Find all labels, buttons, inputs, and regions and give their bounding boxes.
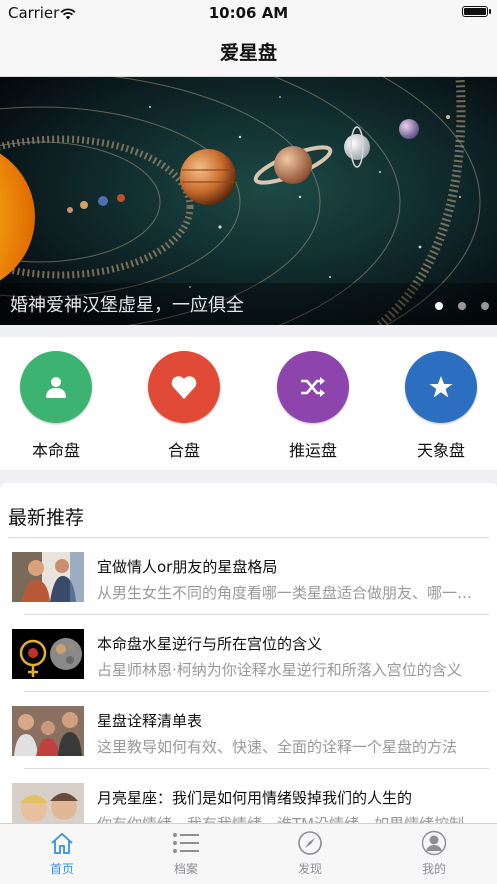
profile-icon xyxy=(372,830,496,856)
clock: 10:06 AM xyxy=(208,4,289,22)
category-label: 本命盘 xyxy=(31,441,80,460)
article-thumbnail xyxy=(12,706,84,756)
heart-icon xyxy=(148,351,220,423)
list-item[interactable]: 本命盘水星逆行与所在宫位的含义 占星师林恩·柯纳为你诠释水星逆行和所落入宫位的含… xyxy=(0,615,497,692)
recommend-section: 最新推荐 宜做情人or朋友的星盘格局 从男生女生不同的角度看哪一类星盘适合做朋友… xyxy=(0,483,497,823)
tab-bar: 首页 档案 发现 我的 xyxy=(0,823,497,884)
page-indicator[interactable] xyxy=(435,302,489,310)
article-subtitle: 这里教导如何有效、快速、全面的诠释一个星盘的方法 xyxy=(97,738,458,756)
article-subtitle: 你有你情绪，我有我情绪，谁TM没情绪，如果情绪控制不好 xyxy=(97,813,485,823)
person-icon xyxy=(20,351,92,423)
category-progression[interactable]: 推运盘 xyxy=(263,351,363,461)
tab-label: 我的 xyxy=(421,862,446,876)
article-title: 本命盘水星逆行与所在宫位的含义 xyxy=(97,635,323,653)
article-title: 月亮星座：我们是如何用情绪毁掉我们的人生的 xyxy=(97,789,413,807)
battery-icon xyxy=(462,6,491,17)
list-icon xyxy=(124,830,248,856)
navigation-bar: 爱星盘 xyxy=(0,26,497,77)
shuffle-icon xyxy=(277,351,349,423)
tab-archive[interactable]: 档案 xyxy=(124,830,248,877)
status-bar: Carrier 10:06 AM xyxy=(0,0,497,26)
section-title: 最新推荐 xyxy=(8,507,85,529)
compass-icon xyxy=(248,830,372,856)
page-dot[interactable] xyxy=(458,302,466,310)
article-thumbnail xyxy=(12,629,84,679)
article-subtitle: 从男生女生不同的角度看哪一类星盘适合做朋友、哪一类适合做情人 xyxy=(97,584,485,602)
tab-home[interactable]: 首页 xyxy=(0,830,124,877)
tab-label: 发现 xyxy=(297,862,322,876)
category-sky-chart[interactable]: 天象盘 xyxy=(391,351,491,461)
category-synastry[interactable]: 合盘 xyxy=(134,351,234,461)
page-dot[interactable] xyxy=(435,302,443,310)
list-item[interactable]: 月亮星座：我们是如何用情绪毁掉我们的人生的 你有你情绪，我有我情绪，谁TM没情绪… xyxy=(0,769,497,823)
home-icon xyxy=(0,830,124,856)
article-thumbnail xyxy=(12,783,84,823)
category-natal-chart[interactable]: 本命盘 xyxy=(6,351,106,461)
category-label: 推运盘 xyxy=(288,441,337,460)
category-grid: 本命盘 合盘 推运盘 天象盘 xyxy=(0,337,497,470)
article-title: 宜做情人or朋友的星盘格局 xyxy=(97,558,278,576)
star-icon xyxy=(405,351,477,423)
tab-discover[interactable]: 发现 xyxy=(248,830,372,877)
tab-label: 档案 xyxy=(173,862,198,876)
page-dot[interactable] xyxy=(481,302,489,310)
list-item[interactable]: 星盘诠释清单表 这里教导如何有效、快速、全面的诠释一个星盘的方法 xyxy=(0,692,497,769)
page-title: 爱星盘 xyxy=(219,42,277,64)
banner-caption: 婚神爱神汉堡虚星，一应俱全 xyxy=(10,295,244,316)
article-thumbnail xyxy=(12,552,84,602)
category-label: 合盘 xyxy=(167,441,200,460)
category-label: 天象盘 xyxy=(416,441,465,460)
tab-label: 首页 xyxy=(49,862,74,876)
article-title: 星盘诠释清单表 xyxy=(97,712,203,730)
article-subtitle: 占星师林恩·柯纳为你诠释水星逆行和所落入宫位的含义 xyxy=(97,661,462,679)
banner-carousel[interactable]: 婚神爱神汉堡虚星，一应俱全 xyxy=(0,77,497,325)
tab-profile[interactable]: 我的 xyxy=(372,830,496,877)
list-item[interactable]: 宜做情人or朋友的星盘格局 从男生女生不同的角度看哪一类星盘适合做朋友、哪一类适… xyxy=(0,538,497,615)
